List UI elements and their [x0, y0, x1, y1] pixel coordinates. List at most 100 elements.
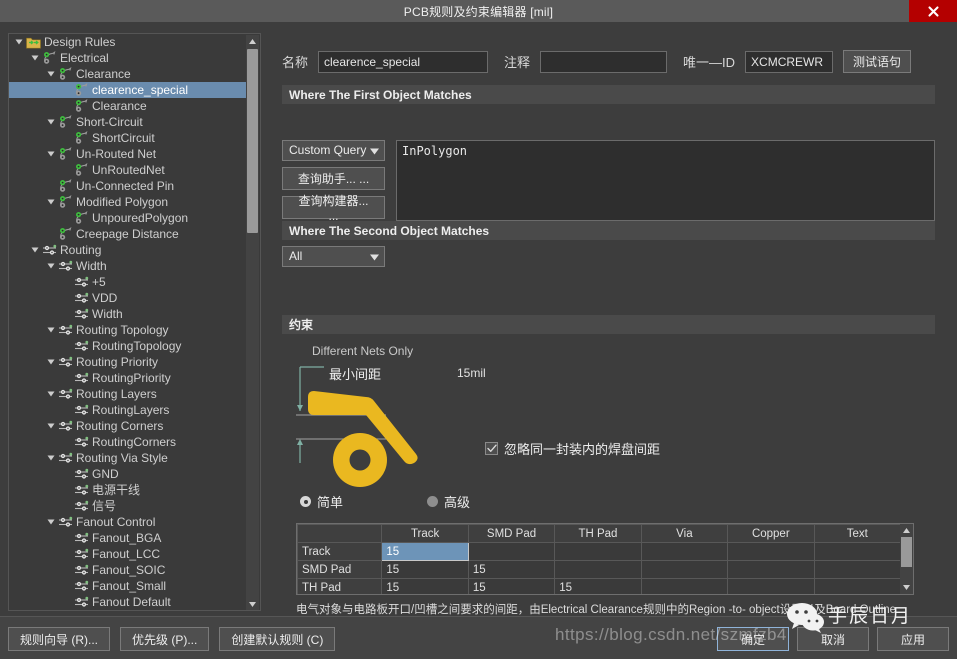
mode-simple-radio[interactable]: 简单: [300, 492, 343, 511]
tree-expander-icon[interactable]: [29, 242, 41, 258]
tree-expander-icon[interactable]: [45, 146, 57, 162]
rules-tree-list[interactable]: Design Rules Electrical Clearance clearence…: [9, 34, 246, 610]
tree-expander-icon[interactable]: [45, 450, 57, 466]
rule-name-input[interactable]: [318, 50, 489, 73]
tree-item[interactable]: VDD: [9, 290, 246, 306]
tree-item[interactable]: Short-Circuit: [9, 114, 246, 130]
tree-item[interactable]: Routing Via Style: [9, 450, 246, 466]
matrix-cell[interactable]: 15: [381, 560, 469, 579]
tree-item[interactable]: Clearance: [9, 66, 246, 82]
matrix-row-header: TH Pad: [297, 578, 383, 594]
matrix-cell[interactable]: 15: [467, 560, 556, 579]
matrix-cell[interactable]: [813, 560, 902, 579]
tree-expander-icon[interactable]: [45, 322, 57, 338]
comment-input[interactable]: [540, 50, 668, 73]
matrix-cell[interactable]: [813, 578, 902, 594]
tree-item-selected[interactable]: clearence_special: [9, 82, 246, 98]
matrix-cell[interactable]: [727, 560, 815, 579]
tree-item[interactable]: Width: [9, 258, 246, 274]
tree-expander-icon[interactable]: [45, 258, 57, 274]
ignore-pad-clearance-checkbox[interactable]: 忽略同一封装内的焊盘间距: [485, 439, 660, 458]
tree-item[interactable]: +5: [9, 274, 246, 290]
matrix-cell[interactable]: [640, 542, 729, 561]
tree-item-label: Electrical: [60, 51, 109, 65]
apply-button[interactable]: 应用: [877, 627, 949, 651]
clearance-matrix[interactable]: Track SMD Pad TH Pad Via Copper Text Track 15 S…: [296, 523, 914, 595]
matrix-cell[interactable]: [727, 542, 815, 561]
tree-item[interactable]: Modified Polygon: [9, 194, 246, 210]
tree-item[interactable]: 电源干线: [9, 482, 246, 498]
matrix-cell[interactable]: [554, 560, 642, 579]
tree-item[interactable]: RoutingLayers: [9, 402, 246, 418]
tree-item[interactable]: Fanout_BGA: [9, 530, 246, 546]
first-object-scope-select[interactable]: Custom Query: [282, 140, 385, 161]
mode-advanced-radio[interactable]: 高级: [427, 492, 470, 511]
tree-item[interactable]: Design Rules: [9, 34, 246, 50]
matrix-cell[interactable]: [813, 542, 902, 561]
tree-item[interactable]: Fanout Default: [9, 594, 246, 610]
tree-expander-icon[interactable]: [13, 34, 25, 50]
matrix-scroll-up-button[interactable]: [900, 524, 913, 537]
tree-item[interactable]: Creepage Distance: [9, 226, 246, 242]
tree-expander-icon[interactable]: [45, 66, 57, 82]
tree-expander-icon[interactable]: [45, 354, 57, 370]
matrix-scroll-thumb[interactable]: [901, 537, 912, 567]
tree-item[interactable]: Fanout Control: [9, 514, 246, 530]
tree-item[interactable]: Routing: [9, 242, 246, 258]
matrix-cell-selected[interactable]: 15: [381, 542, 469, 561]
matrix-cell[interactable]: 15: [467, 578, 556, 594]
tree-item-label: UnRoutedNet: [92, 163, 165, 177]
tree-item[interactable]: GND: [9, 466, 246, 482]
tree-expander-icon[interactable]: [45, 386, 57, 402]
test-query-button[interactable]: 测试语句: [843, 50, 912, 73]
rule-routing-icon: [73, 530, 90, 546]
tree-expander-icon[interactable]: [29, 50, 41, 66]
matrix-cell[interactable]: 15: [554, 578, 642, 594]
tree-item[interactable]: RoutingPriority: [9, 370, 246, 386]
priority-button[interactable]: 优先级 (P)...: [120, 627, 210, 651]
matrix-cell[interactable]: 15: [381, 578, 469, 594]
matrix-cell[interactable]: [554, 542, 642, 561]
tree-expander-icon[interactable]: [45, 418, 57, 434]
matrix-cell[interactable]: [467, 542, 556, 561]
tree-item[interactable]: Routing Corners: [9, 418, 246, 434]
tree-item[interactable]: Routing Layers: [9, 386, 246, 402]
query-helper-button[interactable]: 查询助手... ...: [282, 167, 385, 190]
matrix-cell[interactable]: [640, 578, 729, 594]
tree-item[interactable]: Fanout_Small: [9, 578, 246, 594]
matrix-scroll-down-button[interactable]: [900, 581, 913, 594]
tree-item[interactable]: UnRoutedNet: [9, 162, 246, 178]
tree-item[interactable]: 信号: [9, 498, 246, 514]
rule-wizard-button[interactable]: 规则向导 (R)...: [8, 627, 110, 651]
tree-item[interactable]: Fanout_SOIC: [9, 562, 246, 578]
tree-item[interactable]: Un-Connected Pin: [9, 178, 246, 194]
close-button[interactable]: [909, 0, 957, 22]
tree-item[interactable]: RoutingTopology: [9, 338, 246, 354]
tree-item[interactable]: Routing Priority: [9, 354, 246, 370]
tree-item[interactable]: Routing Topology: [9, 322, 246, 338]
tree-item[interactable]: UnpouredPolygon: [9, 210, 246, 226]
tree-scroll-thumb[interactable]: [247, 49, 258, 233]
matrix-scrollbar[interactable]: [900, 524, 913, 594]
tree-item[interactable]: Electrical: [9, 50, 246, 66]
matrix-cell[interactable]: [727, 578, 815, 594]
tree-scroll-down-button[interactable]: [246, 598, 259, 610]
query-builder-button[interactable]: 查询构建器... ...: [282, 194, 385, 223]
tree-item[interactable]: Un-Routed Net: [9, 146, 246, 162]
tree-expander-icon[interactable]: [45, 514, 57, 530]
unique-id-input[interactable]: [745, 50, 834, 73]
second-object-scope-select[interactable]: All: [282, 246, 385, 267]
tree-item[interactable]: Width: [9, 306, 246, 322]
tree-item[interactable]: ShortCircuit: [9, 130, 246, 146]
first-object-query-textarea[interactable]: [396, 140, 935, 221]
tree-expander-placeholder: [61, 338, 73, 354]
tree-scroll-up-button[interactable]: [246, 35, 259, 48]
tree-expander-icon[interactable]: [45, 194, 57, 210]
tree-expander-icon[interactable]: [45, 114, 57, 130]
tree-item[interactable]: RoutingCorners: [9, 434, 246, 450]
matrix-cell[interactable]: [640, 560, 729, 579]
create-default-rules-button[interactable]: 创建默认规则 (C): [219, 627, 336, 651]
tree-item[interactable]: Clearance: [9, 98, 246, 114]
tree-scrollbar[interactable]: [246, 35, 259, 610]
tree-item[interactable]: Fanout_LCC: [9, 546, 246, 562]
